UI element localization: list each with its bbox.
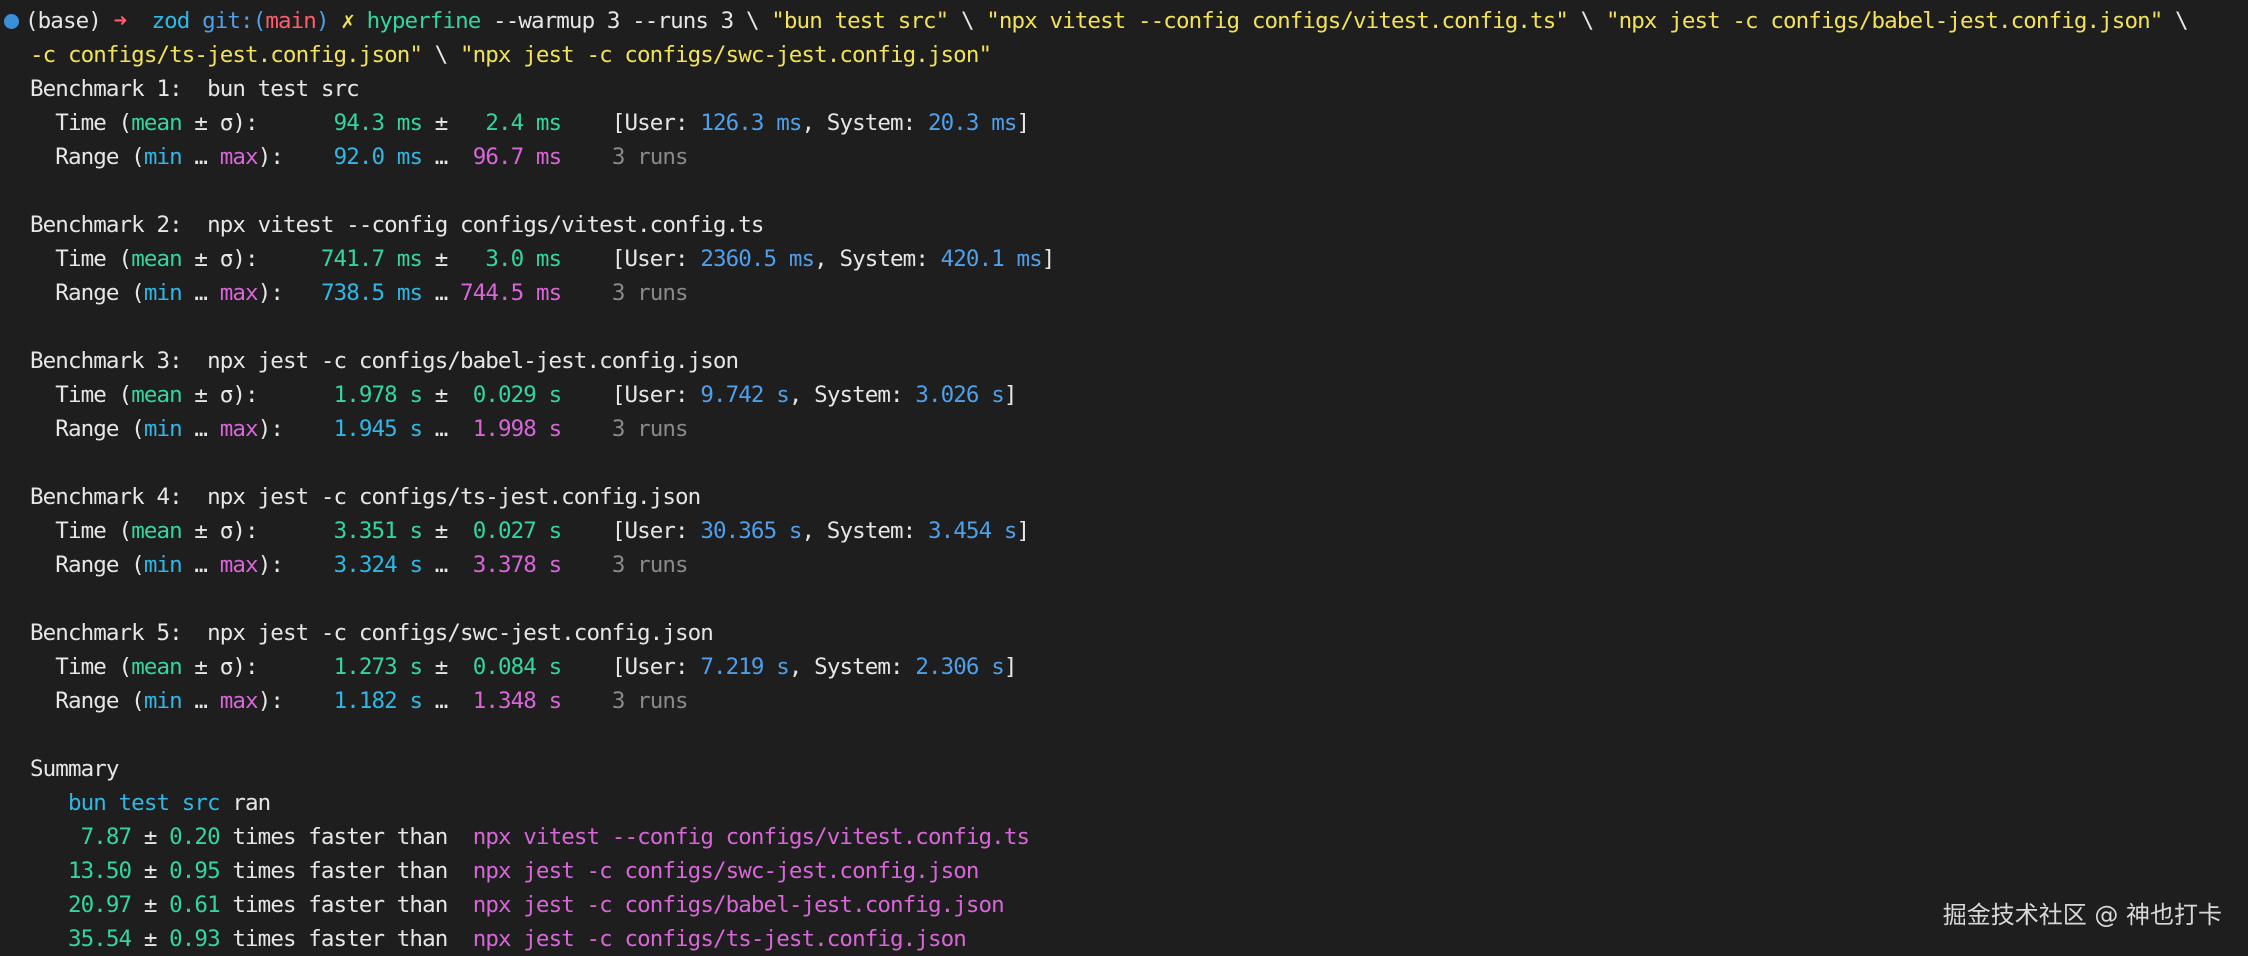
max-value: 744.5 ms: [460, 280, 562, 306]
system-time: 420.1 ms: [940, 246, 1043, 272]
system-time: 3.454 s: [927, 518, 1017, 544]
benchmark-header: Benchmark 5: npx jest -c configs/swc-jes…: [30, 620, 714, 646]
run-count: 3 runs: [611, 144, 689, 170]
watermark: 掘金技术社区 @ 神也打卡: [1942, 901, 2222, 929]
run-count: 3 runs: [611, 416, 689, 442]
benchmark-command: npx jest -c configs/swc-jest.config.json: [207, 620, 714, 646]
speedup-error: 0.95: [169, 858, 220, 884]
benchmark-header: Benchmark 4: npx jest -c configs/ts-jest…: [30, 484, 701, 510]
speedup-error: 0.20: [169, 824, 220, 850]
benchmark-header: Benchmark 1: bun test src: [30, 76, 360, 102]
user-time: 2360.5 ms: [700, 246, 815, 272]
current-directory: zod: [151, 8, 191, 34]
min-value: 1.182 s: [333, 688, 423, 714]
speedup-error: 0.61: [169, 892, 220, 918]
command-arg: "bun test src": [771, 8, 949, 34]
fastest-command: bun test src: [67, 790, 221, 816]
command-program: hyperfine: [366, 8, 482, 34]
benchmark-time-row: Time (mean ± σ): 1.273 s ± 0.084 s [User…: [55, 654, 1017, 680]
run-count: 3 runs: [611, 688, 689, 714]
user-time: 30.365 s: [700, 518, 802, 544]
benchmark-range-row: Range (min … max): 3.324 s … 3.378 s 3 r…: [55, 552, 689, 578]
min-value: 92.0 ms: [333, 144, 423, 170]
min-value: 3.324 s: [333, 552, 423, 578]
compared-command: npx vitest --config configs/vitest.confi…: [472, 824, 1030, 850]
speedup-factor: 13.50: [67, 858, 132, 884]
git-branch: main: [265, 8, 316, 34]
benchmark-time-row: Time (mean ± σ): 741.7 ms ± 3.0 ms [User…: [55, 246, 1055, 272]
benchmark-header: Benchmark 2: npx vitest --config configs…: [30, 212, 764, 238]
command-line: (base) ➜ zod git:(main) ✗ hyperfine --wa…: [0, 4, 2189, 38]
benchmark-range-row: Range (min … max): 92.0 ms … 96.7 ms 3 r…: [55, 144, 689, 170]
mean-value: 3.351 s: [333, 518, 423, 544]
summary-heading: Summary: [30, 756, 119, 782]
command-arg: "npx jest -c configs/swc-jest.config.jso…: [459, 42, 992, 68]
sigma-value: 3.0 ms: [485, 246, 562, 272]
min-value: 738.5 ms: [320, 280, 423, 306]
benchmark-command: bun test src: [207, 76, 360, 102]
benchmark-header: Benchmark 3: npx jest -c configs/babel-j…: [30, 348, 739, 374]
sigma-value: 0.084 s: [472, 654, 562, 680]
speedup-factor: 35.54: [67, 926, 132, 952]
mean-value: 1.978 s: [333, 382, 423, 408]
max-value: 3.378 s: [472, 552, 562, 578]
command-line-continued: -c configs/ts-jest.config.json" \ "npx j…: [30, 42, 992, 68]
sigma-value: 0.027 s: [472, 518, 562, 544]
benchmark-range-row: Range (min … max): 1.182 s … 1.348 s 3 r…: [55, 688, 689, 714]
benchmark-range-row: Range (min … max): 738.5 ms … 744.5 ms 3…: [55, 280, 689, 306]
speedup-error: 0.93: [169, 926, 220, 952]
max-value: 1.348 s: [472, 688, 562, 714]
system-time: 20.3 ms: [927, 110, 1017, 136]
speedup-factor: 20.97: [67, 892, 132, 918]
sigma-value: 2.4 ms: [485, 110, 562, 136]
mean-value: 741.7 ms: [320, 246, 423, 272]
max-value: 1.998 s: [472, 416, 562, 442]
mean-value: 94.3 ms: [333, 110, 423, 136]
user-time: 7.219 s: [700, 654, 789, 680]
compared-command: npx jest -c configs/swc-jest.config.json: [472, 858, 980, 884]
command-arg: -c configs/ts-jest.config.json": [30, 42, 423, 68]
system-time: 2.306 s: [915, 654, 1004, 680]
summary-row: 13.50 ± 0.95 times faster than npx jest …: [67, 858, 980, 884]
max-value: 96.7 ms: [472, 144, 562, 170]
summary-row: 35.54 ± 0.93 times faster than npx jest …: [67, 926, 967, 952]
user-time: 9.742 s: [700, 382, 789, 408]
git-dirty-icon: ✗: [341, 8, 355, 34]
min-value: 1.945 s: [333, 416, 423, 442]
run-count: 3 runs: [611, 552, 689, 578]
user-time: 126.3 ms: [700, 110, 802, 136]
terminal-window[interactable]: (base) ➜ zod git:(main) ✗ hyperfine --wa…: [0, 0, 2248, 954]
prompt-arrow-icon: ➜: [113, 8, 128, 34]
compared-command: npx jest -c configs/ts-jest.config.json: [472, 926, 967, 952]
summary-row: 7.87 ± 0.20 times faster than npx vitest…: [80, 824, 1030, 850]
mean-value: 1.273 s: [333, 654, 423, 680]
command-args: --warmup 3 --runs 3 \: [493, 8, 772, 34]
benchmark-time-row: Time (mean ± σ): 1.978 s ± 0.029 s [User…: [55, 382, 1017, 408]
system-time: 3.026 s: [915, 382, 1004, 408]
sigma-value: 0.029 s: [472, 382, 562, 408]
command-arg: "npx vitest --config configs/vitest.conf…: [986, 8, 1569, 34]
benchmark-range-row: Range (min … max): 1.945 s … 1.998 s 3 r…: [55, 416, 689, 442]
command-arg: "npx jest -c configs/babel-jest.config.j…: [1605, 8, 2163, 34]
status-dot-icon: [4, 14, 19, 29]
benchmark-command: npx vitest --config configs/vitest.confi…: [207, 212, 764, 238]
benchmark-time-row: Time (mean ± σ): 94.3 ms ± 2.4 ms [User:…: [55, 110, 1030, 136]
benchmark-time-row: Time (mean ± σ): 3.351 s ± 0.027 s [User…: [55, 518, 1030, 544]
git-label: git:(: [202, 8, 266, 34]
conda-env: (base): [25, 8, 102, 34]
benchmark-command: npx jest -c configs/ts-jest.config.json: [207, 484, 701, 510]
summary-row: 20.97 ± 0.61 times faster than npx jest …: [67, 892, 1005, 918]
summary-fastest: bun test src ran: [67, 790, 271, 816]
speedup-factor: 7.87: [80, 824, 132, 850]
run-count: 3 runs: [611, 280, 689, 306]
benchmark-command: npx jest -c configs/babel-jest.config.js…: [207, 348, 739, 374]
compared-command: npx jest -c configs/babel-jest.config.js…: [472, 892, 1005, 918]
